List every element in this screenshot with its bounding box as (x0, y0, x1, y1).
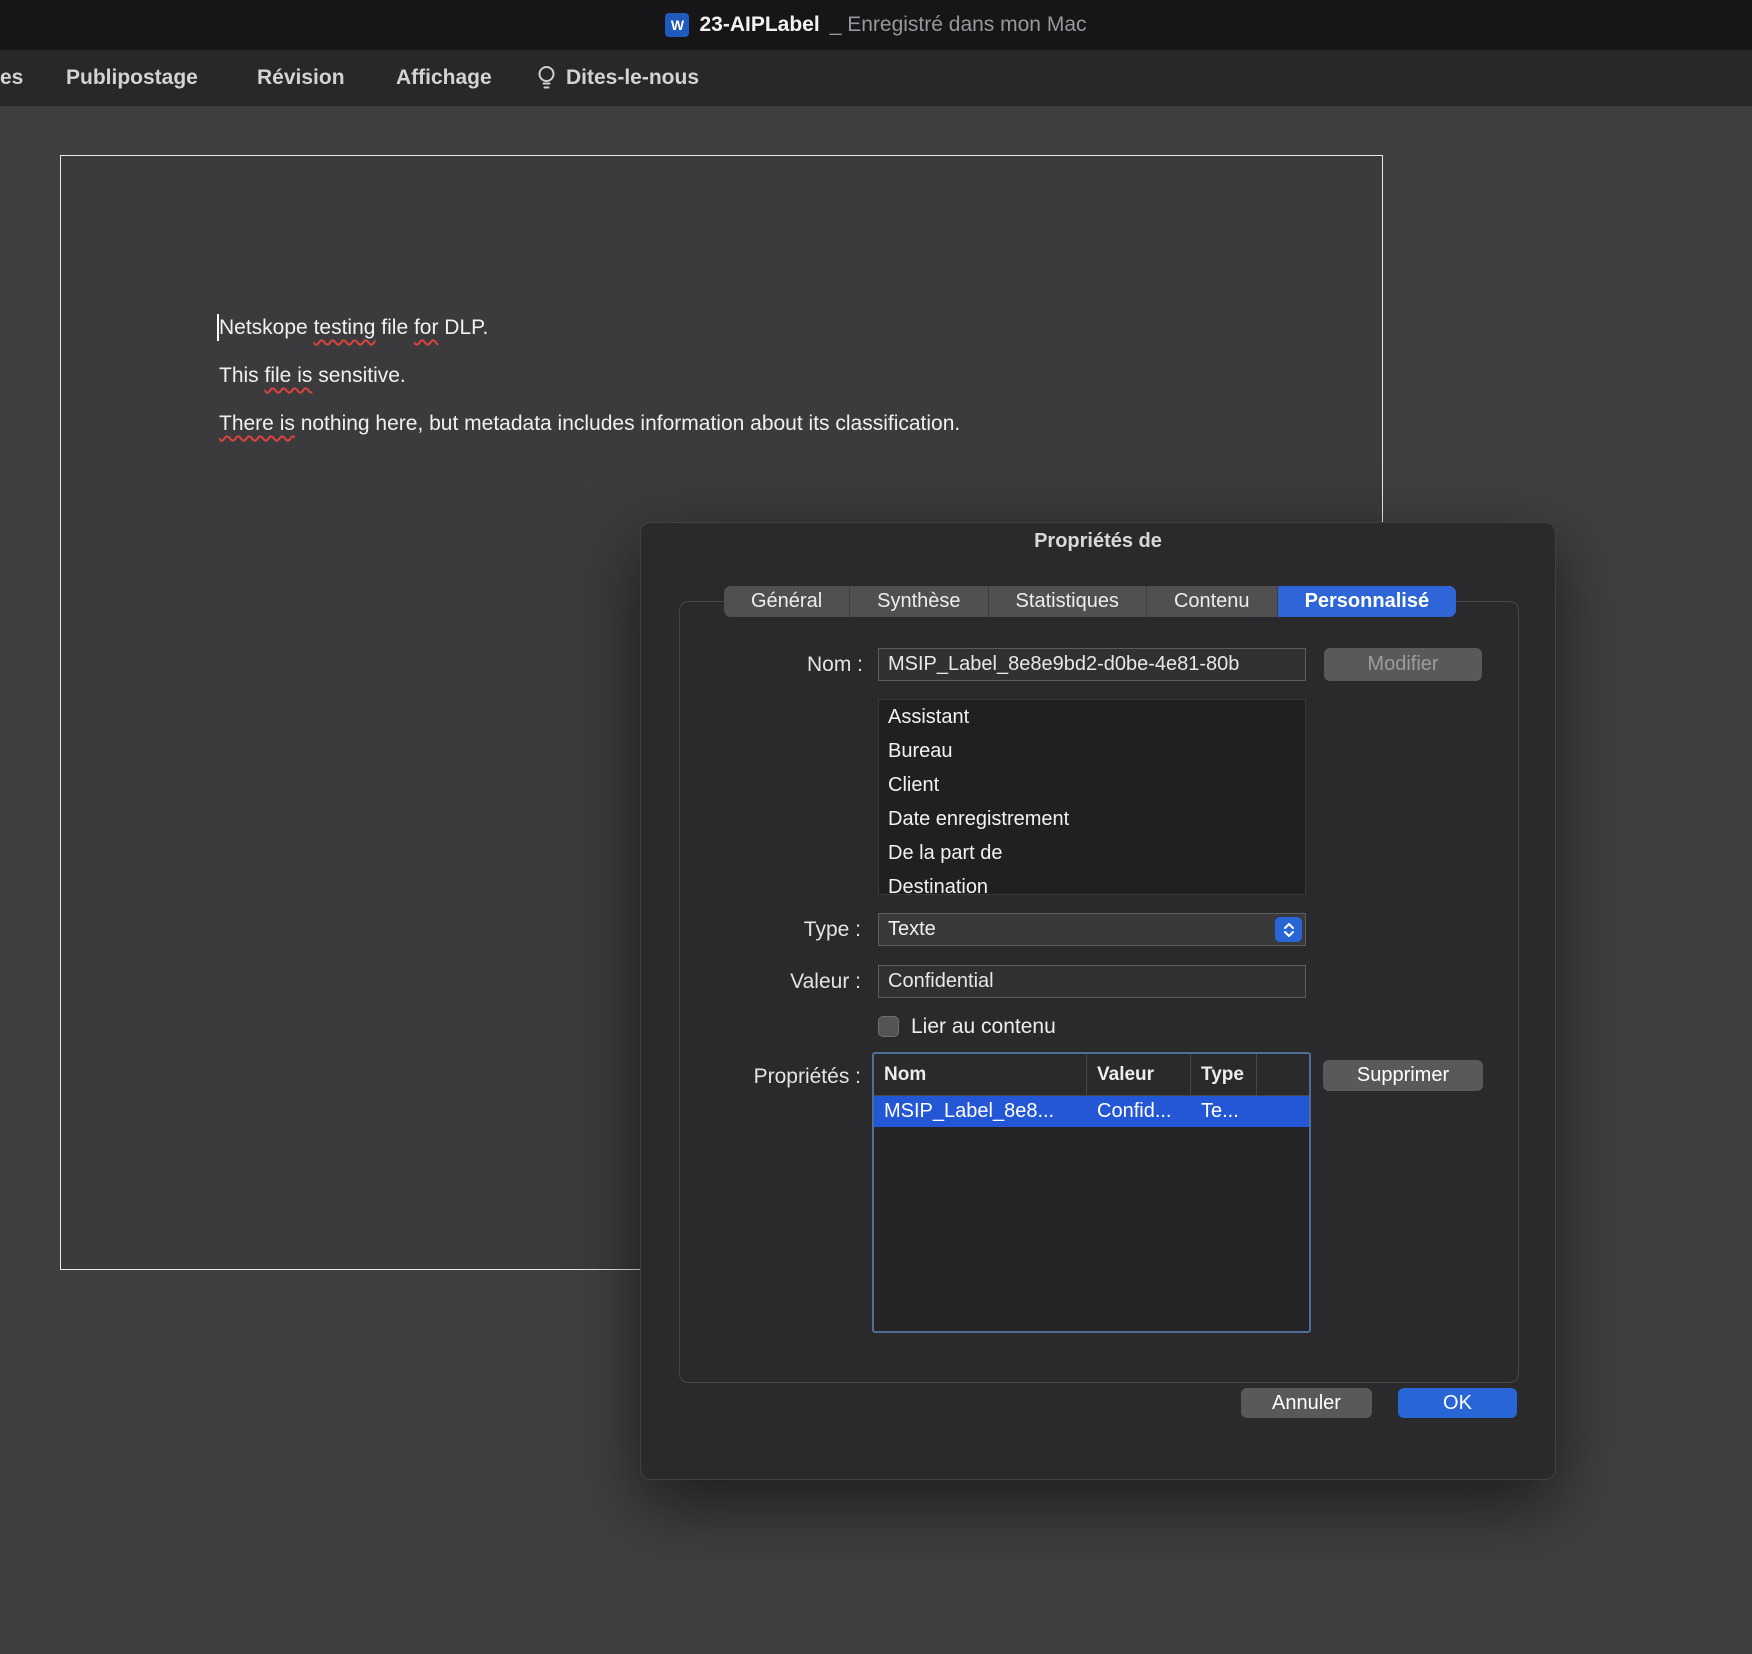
valeur-input[interactable]: Confidential (878, 965, 1306, 998)
table-row-selected[interactable]: MSIP_Label_8e8... Confid... Te... (874, 1096, 1309, 1127)
document-title: 23-AIPLabel (699, 13, 819, 37)
document-line-1: Netskope testing file for DLP. (219, 316, 488, 340)
listbox-item-bureau[interactable]: Bureau (879, 734, 1305, 768)
dialog-tab-contenu[interactable]: Contenu (1147, 586, 1278, 617)
doc-text-misspelled: file is (265, 364, 313, 387)
listbox-item-assistant[interactable]: Assistant (879, 700, 1305, 734)
lier-au-contenu-label: Lier au contenu (911, 1015, 1056, 1039)
tab-dites-le-nous[interactable]: Dites-le-nous (536, 50, 699, 106)
window-titlebar: W 23-AIPLabel _ Enregistré dans mon Mac (0, 0, 1752, 50)
document-line-2: This file is sensitive. (219, 364, 406, 388)
listbox-item-de-la-part-de[interactable]: De la part de (879, 836, 1305, 870)
dialog-tab-bar: Général Synthèse Statistiques Contenu Pe… (724, 586, 1456, 617)
listbox-item-destination[interactable]: Destination (879, 870, 1305, 895)
tab-affichage-label: Affichage (396, 66, 492, 90)
proprietes-label: Propriétés : (651, 1065, 861, 1089)
doc-text: This (219, 364, 265, 387)
doc-text-misspelled: There is (219, 412, 295, 435)
ok-button[interactable]: OK (1398, 1388, 1517, 1418)
listbox-item-date-enregistrement[interactable]: Date enregistrement (879, 802, 1305, 836)
tab-publipostage-label: Publipostage (66, 66, 198, 90)
tab-revision[interactable]: Révision (257, 50, 345, 106)
tab-references-partial-label: es (0, 66, 23, 90)
doc-text-misspelled: testing (314, 316, 376, 339)
lier-au-contenu-checkbox[interactable] (878, 1016, 899, 1037)
nom-input[interactable]: MSIP_Label_8e8e9bd2-d0be-4e81-80b (878, 648, 1306, 681)
row-cell-nom: MSIP_Label_8e8... (874, 1100, 1087, 1123)
listbox-item-client[interactable]: Client (879, 768, 1305, 802)
valeur-label: Valeur : (651, 970, 861, 994)
row-cell-type: Te... (1191, 1100, 1257, 1123)
supprimer-button[interactable]: Supprimer (1323, 1060, 1483, 1091)
modifier-button: Modifier (1324, 648, 1482, 681)
header-nom: Nom (874, 1054, 1087, 1095)
dialog-tab-general[interactable]: Général (724, 586, 850, 617)
type-dropdown[interactable]: Texte (878, 913, 1306, 946)
tab-affichage[interactable]: Affichage (396, 50, 492, 106)
properties-dialog: Propriétés de Général Synthèse Statistiq… (640, 522, 1556, 1480)
lightbulb-icon (536, 64, 557, 93)
document-line-3: There is nothing here, but metadata incl… (219, 412, 960, 436)
annuler-button[interactable]: Annuler (1241, 1388, 1372, 1418)
tab-dites-le-nous-label: Dites-le-nous (566, 66, 699, 90)
property-name-listbox[interactable]: Assistant Bureau Client Date enregistrem… (878, 699, 1306, 895)
document-save-location: _ Enregistré dans mon Mac (830, 13, 1087, 37)
dialog-tab-personnalise[interactable]: Personnalisé (1278, 586, 1457, 617)
header-spacer (1257, 1054, 1309, 1095)
doc-text: file (375, 316, 414, 339)
ribbon-tab-strip: es Publipostage Révision Affichage Dites… (0, 50, 1752, 106)
dialog-tab-statistiques[interactable]: Statistiques (989, 586, 1147, 617)
dialog-tab-synthese[interactable]: Synthèse (850, 586, 988, 617)
type-dropdown-value: Texte (888, 918, 936, 941)
nom-label: Nom : (653, 653, 863, 677)
header-type: Type (1191, 1054, 1257, 1095)
popup-arrows-icon[interactable] (1275, 917, 1302, 942)
tab-references-partial[interactable]: es (0, 50, 23, 106)
header-valeur: Valeur (1087, 1054, 1191, 1095)
doc-text-misspelled: for (414, 316, 439, 339)
doc-text: Netskope (219, 316, 314, 339)
word-document-icon: W (665, 13, 689, 37)
dialog-title: Propriétés de (641, 530, 1555, 553)
properties-table-header: Nom Valeur Type (874, 1054, 1309, 1096)
doc-text: sensitive. (312, 364, 405, 387)
tab-publipostage[interactable]: Publipostage (66, 50, 198, 106)
row-cell-valeur: Confid... (1087, 1100, 1191, 1123)
type-label: Type : (651, 918, 861, 942)
tab-revision-label: Révision (257, 66, 345, 90)
doc-text: DLP. (438, 316, 488, 339)
doc-text: nothing here, but metadata includes info… (295, 412, 960, 435)
properties-table[interactable]: Nom Valeur Type MSIP_Label_8e8... Confid… (872, 1052, 1311, 1333)
